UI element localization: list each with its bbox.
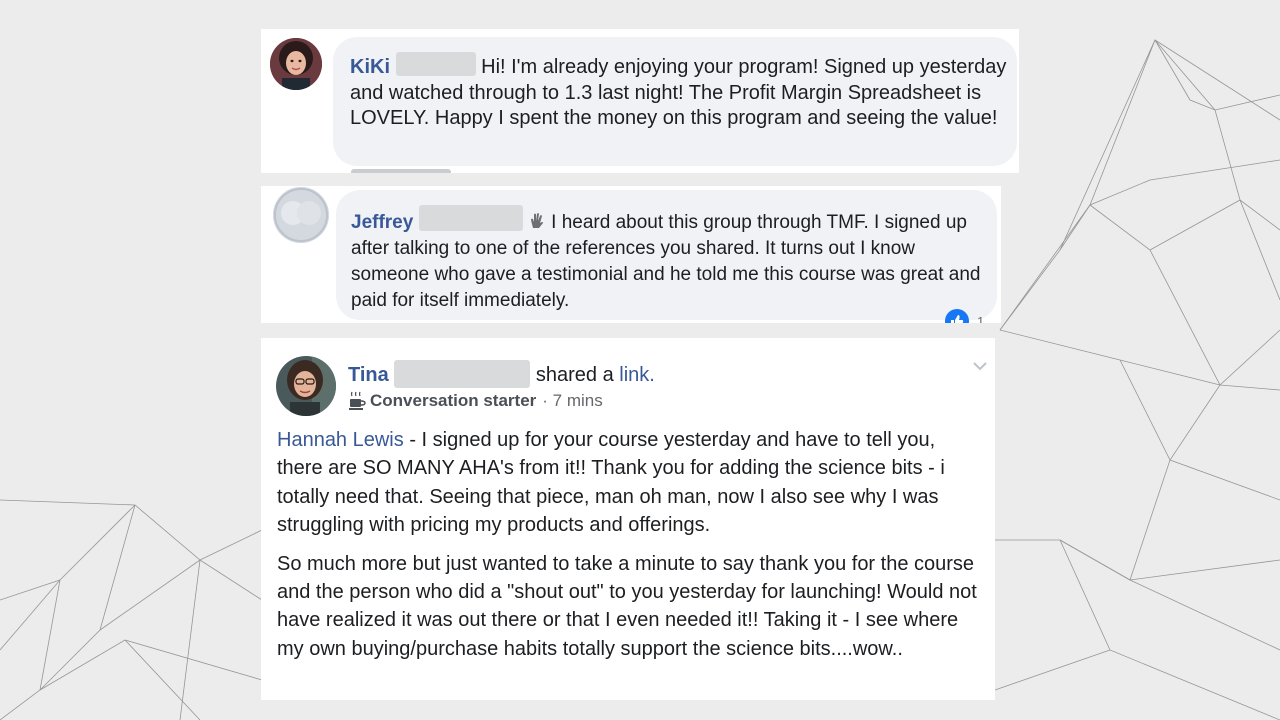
avatar-photo-icon xyxy=(276,356,336,416)
redacted-surname xyxy=(395,52,476,76)
coffee-cup-icon xyxy=(349,391,366,410)
author-name[interactable]: Jeffrey xyxy=(351,212,413,233)
post-body: Hannah Lewis - I signed up for your cour… xyxy=(277,426,983,673)
author-name[interactable]: Tina xyxy=(348,364,389,386)
avatar[interactable] xyxy=(276,356,336,416)
mention-link[interactable]: Hannah Lewis xyxy=(277,429,404,451)
post-action-text: shared a xyxy=(535,364,614,386)
comment-bubble: KiKi Hi! I'm already enjoying your progr… xyxy=(333,37,1017,166)
comment-card-kiki: KiKi Hi! I'm already enjoying your progr… xyxy=(261,29,1019,173)
post-paragraph: So much more but just wanted to take a m… xyxy=(277,552,977,660)
avatar-photo-icon xyxy=(270,38,322,90)
waving-hand-icon xyxy=(530,213,543,228)
shared-link[interactable]: link. xyxy=(619,364,655,386)
post-card-tina: Tina shared a link. Conversation starter… xyxy=(261,338,995,700)
author-name[interactable]: KiKi xyxy=(350,56,390,78)
avatar-blurred-icon xyxy=(273,187,329,243)
redacted-surname xyxy=(394,360,531,388)
post-timestamp[interactable]: · 7 mins xyxy=(542,391,602,411)
redacted-surname xyxy=(418,205,523,231)
avatar[interactable] xyxy=(273,187,329,243)
reaction-count: 1 xyxy=(977,313,985,324)
post-paragraph: Hannah Lewis - I signed up for your cour… xyxy=(277,426,983,540)
comment-actions-cutoff xyxy=(351,169,451,173)
avatar[interactable] xyxy=(270,38,322,90)
comment-text: KiKi Hi! I'm already enjoying your progr… xyxy=(350,52,1010,132)
chevron-down-icon[interactable] xyxy=(971,360,989,372)
conversation-starter-badge[interactable]: Conversation starter xyxy=(370,391,536,411)
post-meta: Conversation starter · 7 mins xyxy=(348,391,603,411)
comment-card-jeffrey: Jeffrey I heard about this group through… xyxy=(261,186,1001,323)
reaction-summary[interactable]: 1 xyxy=(945,309,984,323)
thumbs-up-icon xyxy=(945,309,969,323)
post-header: Tina shared a link. xyxy=(348,360,655,388)
comment-text: Jeffrey I heard about this group through… xyxy=(351,205,991,314)
comment-bubble: Jeffrey I heard about this group through… xyxy=(336,190,997,320)
